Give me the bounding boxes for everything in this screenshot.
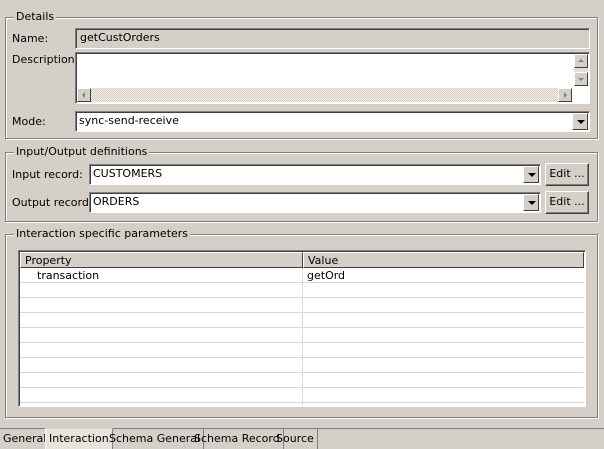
empty-row [20,283,584,298]
tab-interaction[interactable]: Interaction [45,428,113,449]
output-record-dropdown-icon[interactable] [523,194,539,211]
output-record-select[interactable]: ORDERS [89,192,541,213]
empty-row [20,388,584,403]
mode-value: sync-send-receive [79,114,179,127]
table-row[interactable]: transaction getOrd [20,268,584,283]
output-record-label: Output record: [12,196,93,209]
input-record-label: Input record: [12,168,83,181]
empty-row [20,358,584,373]
row-value: getOrd [307,269,346,282]
description-textarea[interactable] [75,52,590,104]
empty-row [20,343,584,358]
scroll-up-button[interactable] [574,54,588,68]
params-table: Property Value transaction getOrd [20,252,584,405]
editor-tab-bar: General Interaction Schema General Schem… [0,428,604,449]
tab-source[interactable]: Source [273,429,318,449]
mode-select[interactable]: sync-send-receive [75,111,590,132]
params-group-title: Interaction specific parameters [14,227,191,241]
empty-row [20,328,584,343]
params-table-frame: Property Value transaction getOrd [18,250,586,407]
name-value: getCustOrders [80,31,160,44]
scroll-left-button[interactable] [77,88,91,102]
arrow-left-icon [82,92,85,98]
tab-general[interactable]: General [0,429,51,449]
horizontal-scroll-track[interactable] [91,88,558,102]
arrow-down-icon [578,78,584,81]
io-group-title: Input/Output definitions [14,145,150,159]
input-record-value: CUSTOMERS [93,167,163,180]
input-record-select[interactable]: CUSTOMERS [89,164,541,185]
input-edit-button[interactable]: Edit ... [545,163,589,186]
output-record-value: ORDERS [93,195,140,208]
row-property: transaction [37,269,100,282]
empty-row [20,298,584,313]
column-header-property[interactable]: Property [20,252,303,268]
mode-label: Mode: [12,115,46,128]
name-field[interactable]: getCustOrders [75,28,590,49]
mode-dropdown-icon[interactable] [572,113,588,130]
tab-schema-general[interactable]: Schema General [106,429,205,449]
description-label: Description: [12,53,79,66]
arrow-up-icon [578,59,584,62]
column-header-value[interactable]: Value [303,252,584,268]
output-edit-button[interactable]: Edit ... [545,191,589,214]
details-group-title: Details [14,10,57,24]
scroll-down-button[interactable] [574,72,588,86]
arrow-right-icon [564,92,567,98]
name-label: Name: [12,32,49,45]
empty-row [20,373,584,388]
empty-row [20,313,584,328]
scroll-right-button[interactable] [558,88,572,102]
tab-schema-record[interactable]: Schema Record [191,429,284,449]
input-record-dropdown-icon[interactable] [523,166,539,183]
